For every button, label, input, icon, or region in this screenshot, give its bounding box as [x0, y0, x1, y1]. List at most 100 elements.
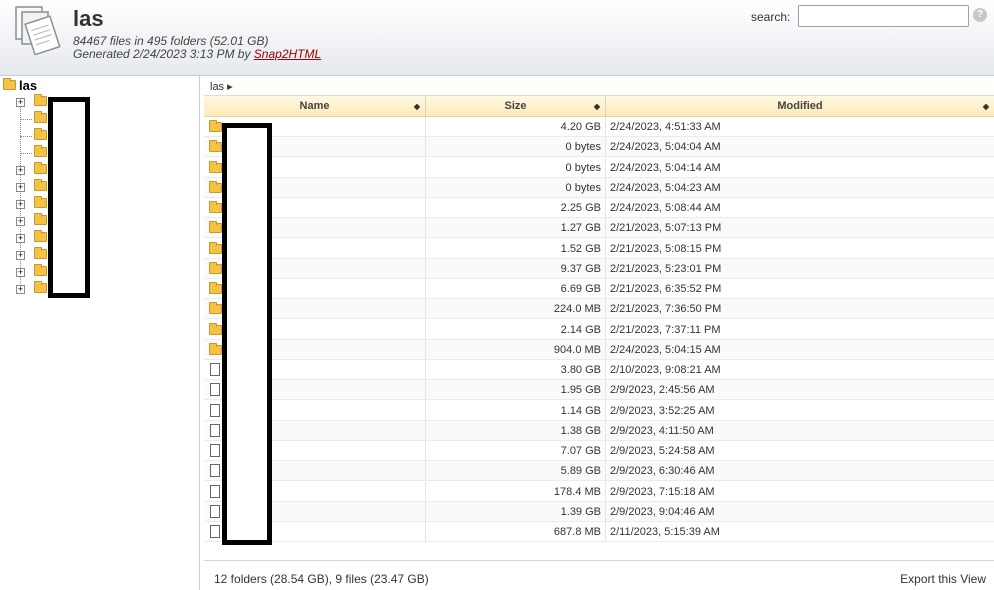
folder-icon: [34, 145, 47, 157]
modified-cell: 2/9/2023, 9:04:46 AM: [610, 505, 715, 518]
modified-cell: 2/24/2023, 4:51:33 AM: [610, 121, 721, 133]
table-row[interactable]: 1.95 GB 2/9/2023, 2:45:56 AM: [204, 380, 994, 401]
size-cell: 6.69 GB: [426, 279, 606, 299]
table-row[interactable]: 224.0 MB 2/21/2023, 7:36:50 PM: [204, 299, 994, 320]
folder-tree: las + + + + + + + + +: [0, 76, 200, 590]
folder-summary: 12 folders (28.54 GB), 9 files (23.47 GB…: [214, 572, 429, 586]
size-cell: 4.20 GB: [426, 117, 606, 137]
table-row[interactable]: 2.14 GB 2/21/2023, 7:37:11 PM: [204, 319, 994, 340]
folder-icon: [209, 140, 222, 153]
snap2html-link[interactable]: Snap2HTML: [254, 47, 321, 61]
column-size-header[interactable]: Size ◆: [426, 96, 606, 117]
export-view-link[interactable]: Export this View: [900, 572, 986, 586]
size-cell: 0 bytes: [426, 137, 606, 158]
modified-cell: 2/24/2023, 5:04:14 AM: [610, 161, 721, 174]
folder-icon: [209, 120, 222, 132]
generated-prefix: Generated 2/24/2023 3:13 PM by: [73, 47, 254, 61]
table-row[interactable]: 6.69 GB 2/21/2023, 6:35:52 PM: [204, 279, 994, 299]
folder-icon: [34, 247, 47, 259]
table-row[interactable]: 1.39 GB 2/9/2023, 9:04:46 AM: [204, 501, 994, 522]
size-cell: 5.89 GB: [426, 461, 606, 482]
folder-icon: [34, 179, 47, 191]
table-row[interactable]: 4.20 GB 2/24/2023, 4:51:33 AM: [204, 117, 994, 137]
folder-icon: [34, 213, 47, 225]
table-row[interactable]: 9.37 GB 2/21/2023, 5:23:01 PM: [204, 258, 994, 279]
table-row[interactable]: 0 bytes 2/24/2023, 5:04:14 AM: [204, 157, 994, 178]
table-row[interactable]: 3.80 GB 2/10/2023, 9:08:21 AM: [204, 360, 994, 380]
redaction-box: [222, 123, 272, 545]
file-icon: [210, 525, 220, 538]
expand-icon[interactable]: +: [16, 98, 25, 107]
folder-icon: [34, 196, 47, 208]
expand-icon[interactable]: +: [16, 183, 25, 192]
size-cell: 3.80 GB: [426, 360, 606, 380]
modified-cell: 2/21/2023, 5:07:13 PM: [610, 222, 722, 235]
size-cell: 1.95 GB: [426, 380, 606, 401]
size-cell: 1.52 GB: [426, 238, 606, 259]
size-cell: 9.37 GB: [426, 258, 606, 279]
generated-text: Generated 2/24/2023 3:13 PM by Snap2HTML: [73, 48, 321, 61]
breadcrumb[interactable]: las ▸: [210, 80, 233, 93]
folder-icon: [34, 128, 47, 140]
column-modified-label: Modified: [777, 100, 823, 112]
folder-icon: [209, 180, 222, 193]
help-icon[interactable]: ?: [973, 8, 987, 22]
modified-cell: 2/21/2023, 6:35:52 PM: [610, 283, 722, 295]
folder-icon: [209, 221, 222, 234]
expand-icon[interactable]: +: [16, 200, 25, 209]
folder-icon: [209, 241, 222, 254]
file-icon: [210, 504, 220, 518]
footer: 12 folders (28.54 GB), 9 files (23.47 GB…: [204, 560, 994, 590]
file-icon: [210, 383, 220, 397]
table-row[interactable]: 5.89 GB 2/9/2023, 6:30:46 AM: [204, 461, 994, 482]
table-row[interactable]: 1.38 GB 2/9/2023, 4:11:50 AM: [204, 420, 994, 441]
size-cell: 1.27 GB: [426, 218, 606, 239]
folder-icon: [209, 160, 222, 173]
expand-icon[interactable]: +: [16, 268, 25, 277]
expand-icon[interactable]: +: [16, 285, 25, 294]
expand-icon[interactable]: +: [16, 234, 25, 243]
folder-icon: [34, 281, 47, 293]
header-subtitle: 84467 files in 495 folders (52.01 GB) Ge…: [73, 35, 321, 61]
table-row[interactable]: 687.8 MB 2/11/2023, 5:15:39 AM: [204, 522, 994, 542]
modified-cell: 2/24/2023, 5:04:23 AM: [610, 181, 721, 194]
table-row[interactable]: 904.0 MB 2/24/2023, 5:04:15 AM: [204, 339, 994, 360]
size-cell: 7.07 GB: [426, 441, 606, 461]
folder-icon: [209, 261, 222, 274]
table-row[interactable]: 2.25 GB 2/24/2023, 5:08:44 AM: [204, 198, 994, 218]
tree-root[interactable]: las: [3, 78, 37, 93]
size-cell: 0 bytes: [426, 157, 606, 178]
expand-icon[interactable]: +: [16, 166, 25, 175]
size-cell: 1.14 GB: [426, 400, 606, 421]
column-modified-header[interactable]: Modified ◆: [606, 96, 994, 117]
table-row[interactable]: 1.14 GB 2/9/2023, 3:52:25 AM: [204, 400, 994, 421]
size-cell: 2.25 GB: [426, 198, 606, 218]
modified-cell: 2/21/2023, 7:37:11 PM: [610, 323, 721, 336]
search-input[interactable]: [798, 5, 969, 27]
modified-cell: 2/21/2023, 7:36:50 PM: [610, 303, 722, 316]
modified-cell: 2/9/2023, 3:52:25 AM: [610, 404, 715, 417]
folder-icon: [209, 342, 222, 355]
sort-icon: ◆: [593, 102, 600, 111]
table-row[interactable]: 0 bytes 2/24/2023, 5:04:23 AM: [204, 177, 994, 198]
expand-icon[interactable]: +: [16, 251, 25, 260]
column-name-header[interactable]: Name ◆: [204, 96, 426, 117]
modified-cell: 2/21/2023, 5:23:01 PM: [610, 262, 722, 275]
tree-connector: [20, 119, 32, 120]
tree-connector: [20, 136, 32, 137]
folder-icon: [34, 264, 47, 276]
table-row[interactable]: 178.4 MB 2/9/2023, 7:15:18 AM: [204, 481, 994, 502]
folder-icon: [34, 94, 47, 106]
table-row[interactable]: 1.52 GB 2/21/2023, 5:08:15 PM: [204, 238, 994, 259]
modified-cell: 2/21/2023, 5:08:15 PM: [610, 242, 722, 255]
table-row[interactable]: 7.07 GB 2/9/2023, 5:24:58 AM: [204, 441, 994, 461]
header: las 84467 files in 495 folders (52.01 GB…: [0, 0, 994, 76]
table-row[interactable]: 1.27 GB 2/21/2023, 5:07:13 PM: [204, 218, 994, 239]
folder-icon: [209, 302, 222, 315]
size-cell: 2.14 GB: [426, 319, 606, 340]
expand-icon[interactable]: +: [16, 217, 25, 226]
table-row[interactable]: 0 bytes 2/24/2023, 5:04:04 AM: [204, 137, 994, 158]
folder-icon: [34, 162, 47, 174]
modified-cell: 2/10/2023, 9:08:21 AM: [610, 364, 721, 376]
file-icon: [210, 363, 220, 376]
